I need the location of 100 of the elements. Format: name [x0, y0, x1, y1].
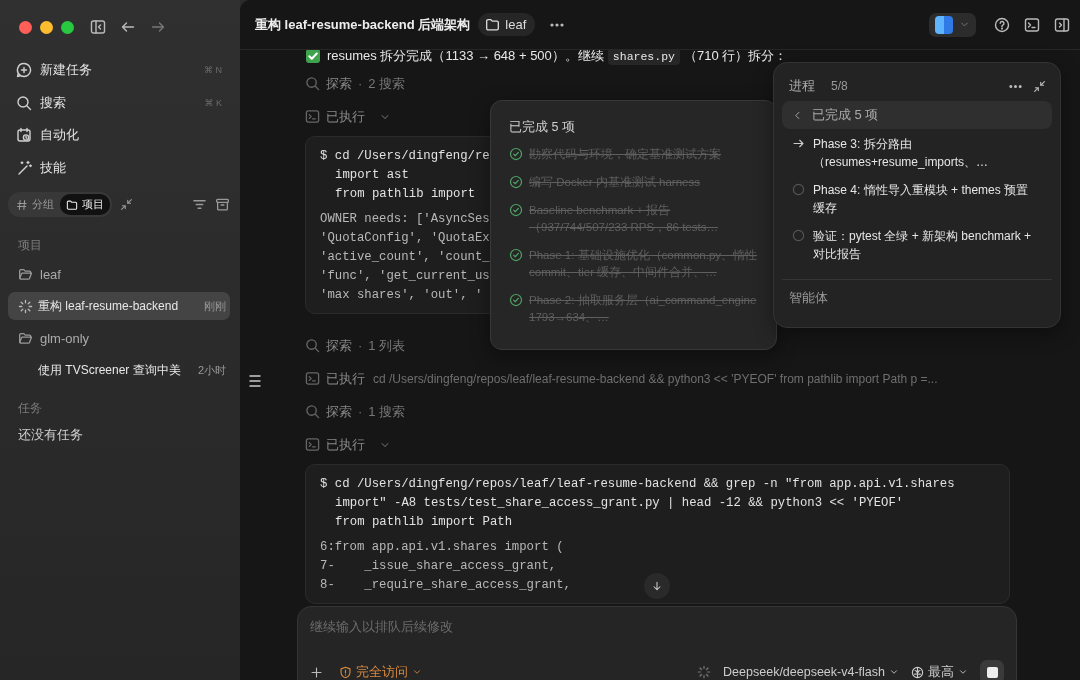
brain-icon: [911, 665, 924, 679]
sidebar-toggle-icon[interactable]: [90, 19, 106, 35]
search-icon: [305, 338, 320, 353]
folder-icon: [66, 198, 78, 211]
stop-icon: [986, 666, 998, 678]
skills-item[interactable]: 技能: [8, 151, 230, 184]
activity-label[interactable]: 已执行: [326, 435, 365, 454]
collapse-icon[interactable]: [120, 198, 133, 211]
caret-icon: [412, 667, 422, 677]
back-arrow-icon[interactable]: [120, 19, 136, 35]
spinner-icon: [18, 298, 33, 314]
step-text: 勘察代码与环境，确定基准测试方案: [529, 147, 721, 162]
project-folder[interactable]: leaf: [8, 258, 230, 290]
help-icon[interactable]: [994, 16, 1010, 33]
output-line: 'QuotaConfig', 'QuotaEx: [320, 230, 490, 247]
project-chip[interactable]: leaf: [478, 13, 536, 36]
task-item[interactable]: 重构 leaf-resume-backend 刚刚: [8, 292, 230, 320]
section-heading: 智能体: [788, 290, 829, 307]
step-text: Phase 4: 惰性导入重模块 + themes 预置缓存: [813, 182, 1030, 217]
zoom-dot[interactable]: [61, 20, 74, 34]
command-line: $ cd /Users/dingfeng/re: [320, 148, 490, 165]
output-line: OWNER needs: ['AsyncSes: [320, 211, 490, 228]
effort-dropdown[interactable]: 最高: [911, 663, 968, 680]
section-heading: 任务: [17, 400, 43, 417]
model-dropdown[interactable]: Deepseek/deepseek-v4-flash: [723, 665, 899, 679]
calendar-clock-icon: [16, 127, 32, 144]
project-folder[interactable]: glm-only: [8, 322, 230, 354]
shortcut-hint: ⌘ N: [204, 65, 222, 76]
search-icon: [16, 94, 32, 111]
output-line: 6:from app.api.v1.shares import (: [320, 539, 564, 556]
popup-title: 已完成 5 项: [509, 119, 576, 136]
folder-icon: [18, 266, 33, 282]
spinner-icon: [697, 665, 712, 679]
output-line: 'active_count', 'count_: [320, 249, 490, 266]
output-line: 7- _issue_share_access_grant,: [320, 558, 557, 575]
message-input[interactable]: 继续输入以排队后续修改: [310, 617, 1004, 637]
activity-label[interactable]: 已执行: [326, 107, 365, 126]
step-text: Baseline benchmark + 报告（937/744/507/233 RPS，86 tests…: [529, 203, 719, 235]
separator-dot: ·: [358, 338, 363, 353]
check-mark-icon: [305, 50, 321, 64]
command-line: import" -A8 tests/test_share_access_grant.py | head -12 && python3 << 'PYEOF': [335, 495, 904, 512]
activity-label[interactable]: 已执行: [326, 369, 365, 388]
automation-item[interactable]: 自动化: [8, 119, 230, 152]
sidebar-toggle-icon[interactable]: [1054, 16, 1070, 33]
close-dot[interactable]: [19, 20, 32, 34]
command-line: from pathlib import Path: [335, 514, 513, 531]
app-picker[interactable]: [929, 12, 976, 37]
terminal-icon: [305, 109, 320, 124]
completed-summary[interactable]: 已完成 5 项: [782, 101, 1052, 129]
output-line: 8- _require_share_access_grant,: [320, 577, 571, 594]
view-tab[interactable]: 分组: [10, 194, 60, 215]
lines-icon[interactable]: [247, 373, 263, 389]
time-label: 2小时: [197, 362, 226, 378]
step-text: 验证：pytest 全绿 + 新架构 benchmark + 对比报告: [813, 228, 1033, 263]
folder-icon: [485, 17, 501, 32]
task-item[interactable]: 使用 TVScreener 查询中美 2小时: [8, 356, 230, 384]
activity-detail: 1 列表: [368, 336, 406, 355]
command-line: $ cd /Users/dingfeng/repos/leaf/leaf-resume-backend && grep -n "from app.api.v1.shares: [320, 476, 955, 493]
activity-label: 探索: [326, 74, 352, 93]
terminal-icon: [305, 437, 320, 452]
search-icon: [305, 76, 320, 91]
new-task-item[interactable]: 新建任务 ⌘ N: [8, 54, 230, 87]
step-text: Phase 2: 抽取服务层（ai_command_engine 1793→634、…: [529, 293, 758, 325]
plus-icon[interactable]: [310, 665, 323, 679]
separator-dot: ·: [358, 76, 363, 91]
panel-title: 进程: [789, 77, 815, 95]
caret-icon: [889, 667, 899, 677]
time-label: 刚刚: [204, 298, 226, 314]
view-tab[interactable]: 项目: [60, 194, 110, 215]
shield-icon: [339, 665, 352, 679]
activity-detail: 1 搜索: [368, 402, 406, 421]
search-icon: [305, 404, 320, 419]
magic-wand-icon: [16, 159, 32, 176]
window-title: 重构 leaf-resume-backend 后端架构: [255, 15, 471, 34]
output-line: 'max shares', 'out', ': [320, 287, 483, 304]
hash-icon: [16, 198, 28, 211]
command-line: import ast: [335, 167, 409, 184]
forward-arrow-icon[interactable]: [150, 19, 166, 35]
section-heading: 项目: [17, 237, 43, 254]
collapse-icon[interactable]: [1033, 79, 1046, 93]
caret-icon: [958, 667, 968, 677]
progress-count: 5/8: [831, 79, 848, 93]
folder-icon: [18, 330, 33, 346]
archive-icon[interactable]: [215, 197, 230, 212]
command-preview: cd /Users/dingfeng/repos/leaf/leaf-resume-backend && python3 << 'PYEOF' from pathlib import Path p =...: [373, 371, 938, 386]
terminal-icon[interactable]: [1024, 16, 1040, 33]
plus-bubble-icon: [16, 62, 32, 79]
step-text: 编写 Docker 内基准测试 harness: [529, 175, 700, 190]
activity-label: 探索: [326, 402, 352, 421]
stop-button[interactable]: [980, 660, 1004, 680]
separator-dot: ·: [358, 404, 363, 419]
step-text: Phase 3: 拆分路由（resumes+resume_imports、…: [813, 136, 990, 171]
access-dropdown[interactable]: 完全访问: [339, 663, 422, 680]
terminal-icon: [305, 371, 320, 386]
command-line: from pathlib import: [335, 186, 476, 203]
app-icon: [935, 15, 953, 34]
minimize-dot[interactable]: [40, 20, 53, 34]
output-line: 'func', 'get_current_us: [320, 268, 490, 285]
filter-icon[interactable]: [192, 197, 207, 212]
chevron-left-icon: [792, 109, 803, 121]
